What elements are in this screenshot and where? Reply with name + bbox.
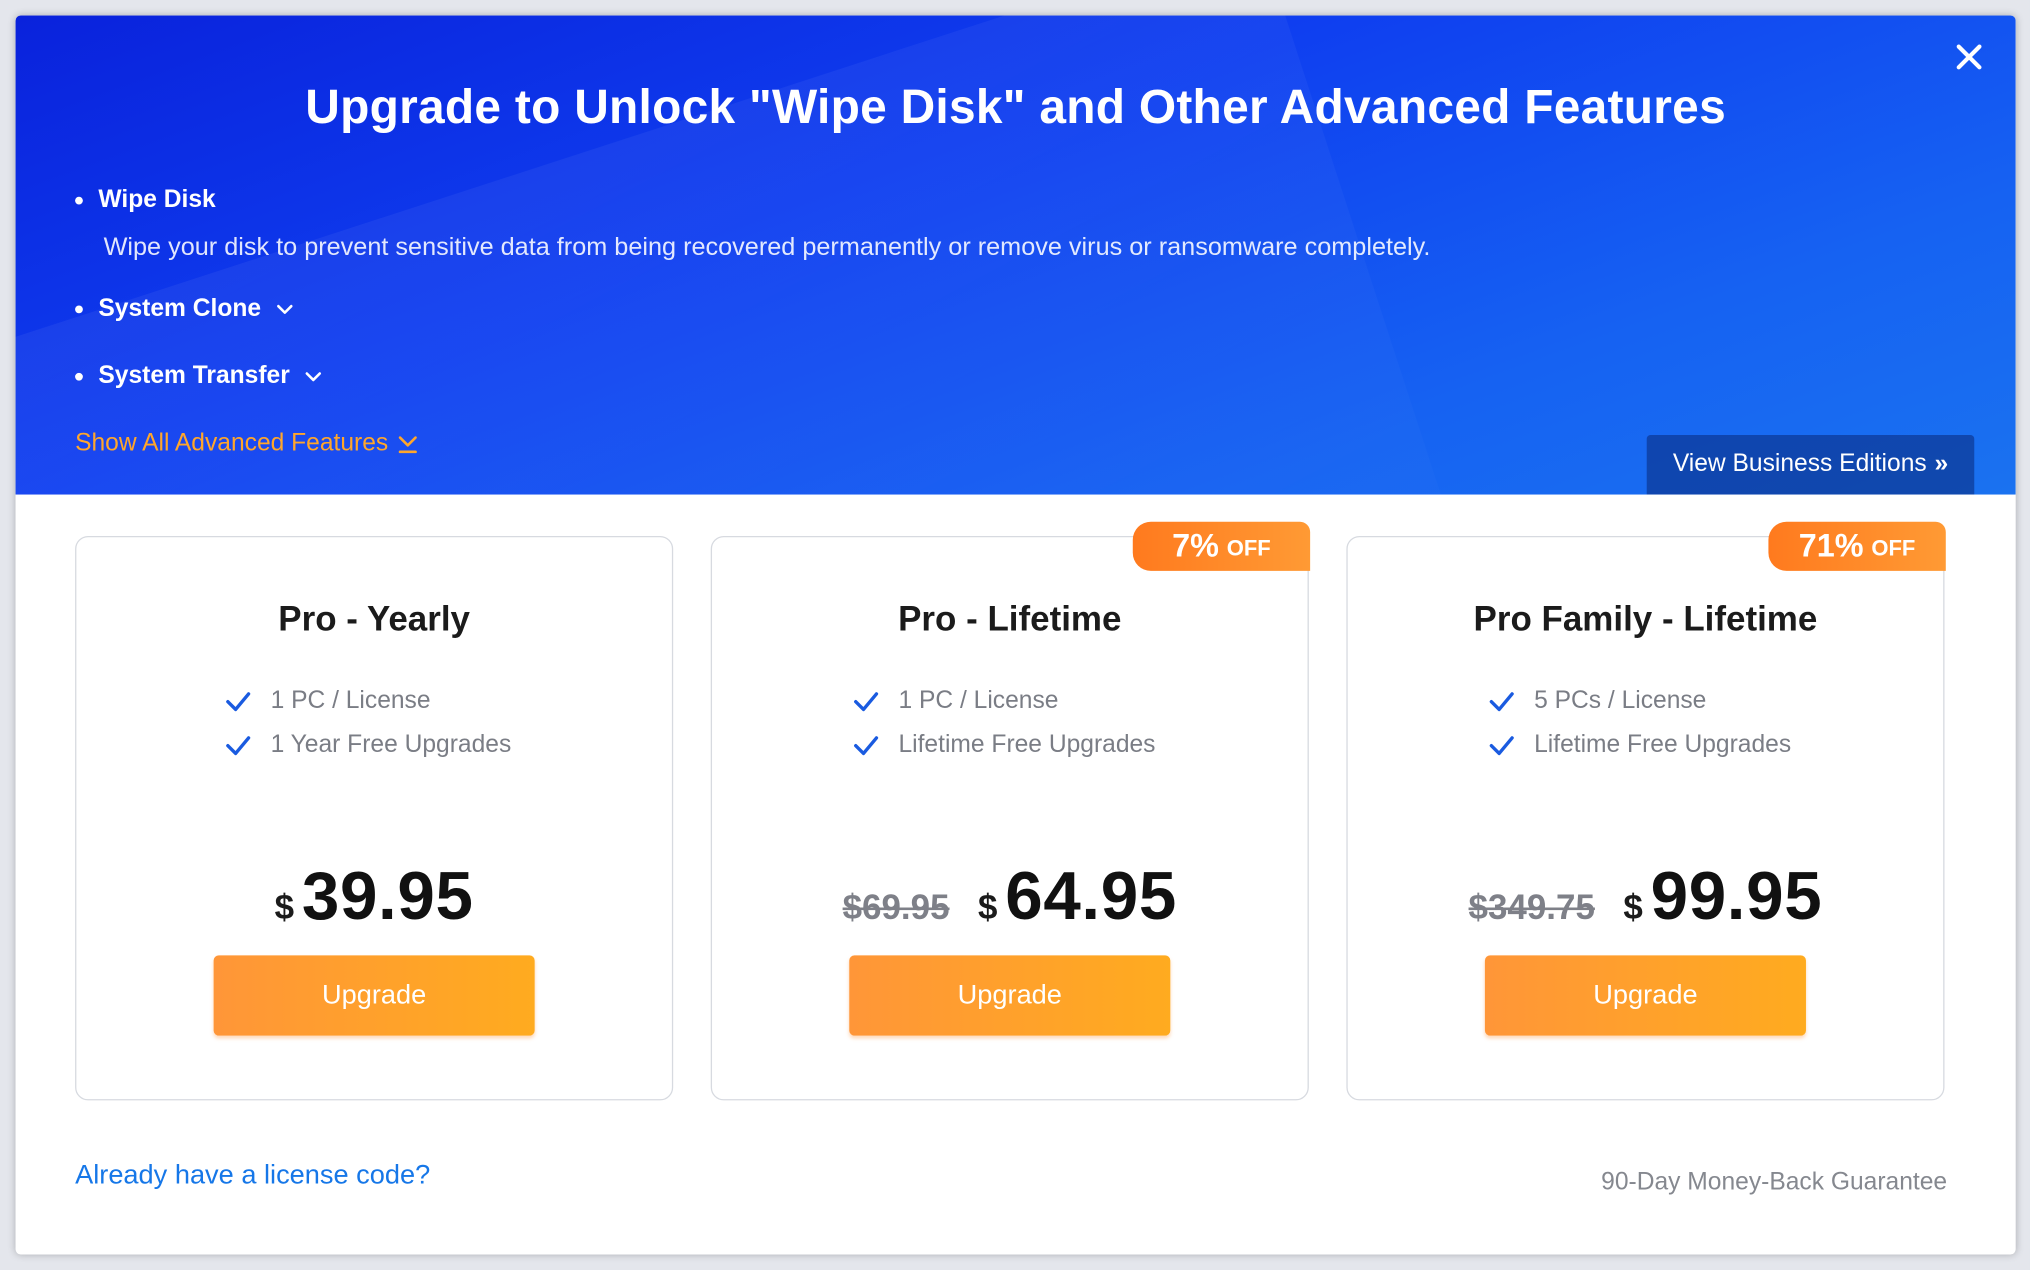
feature-label: Wipe Disk <box>98 186 216 214</box>
plan-card-pro-lifetime: 7% OFF Pro - Lifetime 1 PC / License Lif… <box>710 521 1311 1101</box>
price-row: $ 39.95 <box>76 858 672 936</box>
upgrade-dialog: Upgrade to Unlock "Wipe Disk" and Other … <box>15 15 2016 1255</box>
feature-label: System Transfer <box>98 362 290 390</box>
currency-symbol: $ <box>274 888 295 927</box>
check-icon <box>854 736 879 756</box>
plan-feature-label: Lifetime Free Upgrades <box>898 731 1156 759</box>
discount-off-label: OFF <box>1226 535 1271 561</box>
money-back-guarantee: 90-Day Money-Back Guarantee <box>1601 1169 1948 1197</box>
original-price: $349.75 <box>1468 888 1595 927</box>
plan-feature-label: 1 PC / License <box>270 687 431 715</box>
show-all-features-link[interactable]: Show All Advanced Features <box>75 430 419 458</box>
plan-feature-label: 1 PC / License <box>898 687 1059 715</box>
price-value: 64.95 <box>1005 859 1177 935</box>
bullet-icon <box>75 196 83 205</box>
check-icon <box>226 736 251 756</box>
plan-feature-label: Lifetime Free Upgrades <box>1534 731 1792 759</box>
plan-feature-label: 1 Year Free Upgrades <box>270 731 512 759</box>
discount-badge: 71% OFF <box>1768 521 1946 571</box>
price-row: $349.75 $ 99.95 <box>1348 858 1944 936</box>
plan-card-pro-yearly: Pro - Yearly 1 PC / License 1 Year Free … <box>75 535 674 1101</box>
chevron-down-underline-icon <box>398 436 417 454</box>
license-code-link[interactable]: Already have a license code? <box>75 1160 430 1191</box>
check-icon <box>1489 692 1514 712</box>
plan-feature-item: 5 PCs / License <box>1487 680 1943 724</box>
chevron-down-icon <box>305 372 321 382</box>
plan-title: Pro Family - Lifetime <box>1473 599 1818 639</box>
upgrade-button[interactable]: Upgrade <box>849 955 1171 1036</box>
check-icon <box>854 692 879 712</box>
bullet-icon <box>75 372 83 381</box>
feature-description: Wipe your disk to prevent sensitive data… <box>103 233 1431 262</box>
dialog-title: Upgrade to Unlock "Wipe Disk" and Other … <box>305 80 1726 134</box>
hero-banner: Upgrade to Unlock "Wipe Disk" and Other … <box>15 15 2016 495</box>
currency-symbol: $ <box>978 888 998 927</box>
plan-feature-item: 1 PC / License <box>852 680 1308 724</box>
price-row: $69.95 $ 64.95 <box>712 858 1308 936</box>
chevron-down-icon <box>276 304 293 314</box>
bullet-icon <box>75 305 83 314</box>
discount-percent: 7% <box>1172 527 1219 564</box>
double-chevron-right-icon: » <box>1934 450 1949 478</box>
view-business-editions-button[interactable]: View Business Editions » <box>1646 434 1975 495</box>
discount-percent: 71% <box>1798 527 1864 564</box>
plan-title: Pro - Lifetime <box>898 599 1122 639</box>
check-icon <box>1489 736 1514 756</box>
feature-system-clone[interactable]: System Clone <box>75 295 295 323</box>
upgrade-button[interactable]: Upgrade <box>213 955 535 1036</box>
original-price: $69.95 <box>842 888 950 927</box>
price-value: 39.95 <box>301 859 474 935</box>
plan-feature-item: 1 Year Free Upgrades <box>224 724 672 768</box>
currency-symbol: $ <box>1623 888 1643 927</box>
plan-feature-label: 5 PCs / License <box>1534 687 1707 715</box>
plan-feature-list: 1 PC / License 1 Year Free Upgrades <box>76 680 672 768</box>
close-button[interactable] <box>1951 39 1987 75</box>
close-icon <box>1956 44 1982 70</box>
plan-feature-list: 5 PCs / License Lifetime Free Upgrades <box>1348 680 1944 768</box>
plan-feature-item: Lifetime Free Upgrades <box>852 724 1308 768</box>
feature-label: System Clone <box>98 295 262 323</box>
check-icon <box>226 692 251 712</box>
business-button-label: View Business Editions <box>1672 450 1927 478</box>
plan-feature-item: Lifetime Free Upgrades <box>1487 724 1943 768</box>
show-all-label: Show All Advanced Features <box>75 429 389 457</box>
feature-system-transfer[interactable]: System Transfer <box>75 362 323 390</box>
discount-badge: 7% OFF <box>1132 521 1311 571</box>
plan-title: Pro - Yearly <box>278 599 471 639</box>
plan-card-pro-family-lifetime: 71% OFF Pro Family - Lifetime 5 PCs / Li… <box>1346 521 1946 1101</box>
upgrade-button[interactable]: Upgrade <box>1484 955 1806 1036</box>
feature-wipe-disk[interactable]: Wipe Disk <box>75 186 216 214</box>
price-value: 99.95 <box>1650 859 1823 935</box>
discount-off-label: OFF <box>1871 535 1916 561</box>
plan-feature-item: 1 PC / License <box>224 680 672 724</box>
plan-feature-list: 1 PC / License Lifetime Free Upgrades <box>712 680 1308 768</box>
